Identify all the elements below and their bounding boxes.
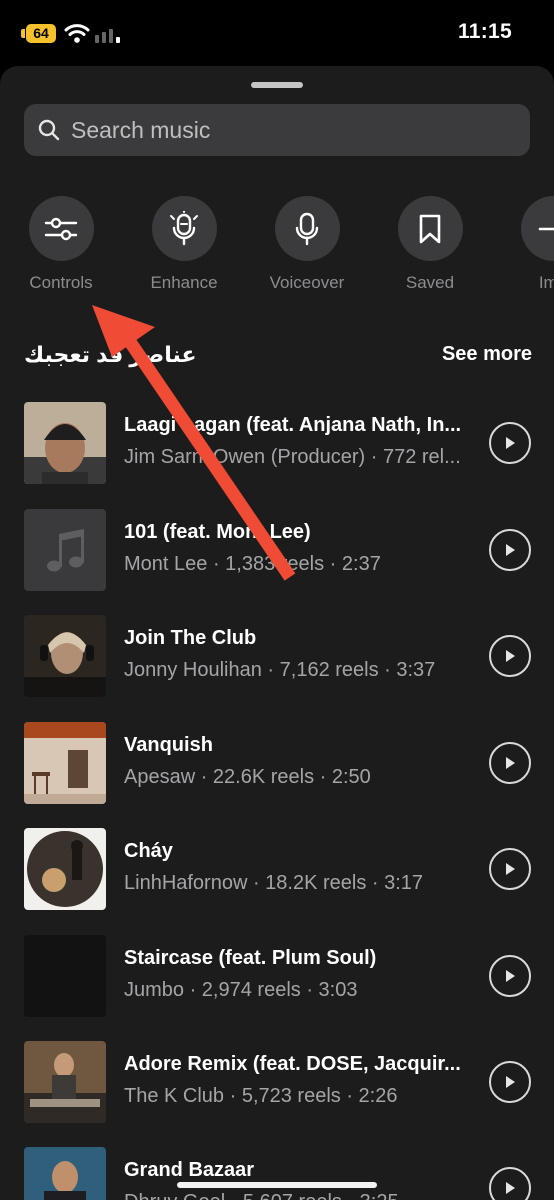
screen: 64 11:15 Search music Controls Enhance V… xyxy=(0,0,554,1200)
bookmark-icon xyxy=(419,214,441,243)
track-title: Adore Remix (feat. DOSE, Jacquir... xyxy=(124,1053,461,1075)
track-meta: The K Club · 5,723 reels · 2:26 xyxy=(124,1085,398,1107)
track-title: Grand Bazaar xyxy=(124,1159,255,1181)
track-row[interactable]: Grand Bazaar Dhruv Goel · 5,607 reels · … xyxy=(0,1147,554,1200)
track-meta: LinhHafornow · 18.2K reels · 3:17 xyxy=(124,872,424,894)
battery-nub xyxy=(21,29,25,38)
enhance-circle[interactable] xyxy=(151,196,217,261)
track-row[interactable]: Laagi Lagan (feat. Anjana Nath, In... Ji… xyxy=(0,402,554,492)
album-art xyxy=(24,828,106,910)
track-row[interactable]: Adore Remix (feat. DOSE, Jacquir... The … xyxy=(0,1041,554,1131)
album-art xyxy=(24,722,106,804)
play-icon xyxy=(506,544,515,556)
album-art xyxy=(24,1147,106,1200)
section-title: عناصر قد تعجبك xyxy=(24,342,197,367)
status-bar: 64 11:15 xyxy=(0,0,554,66)
import-circle[interactable] xyxy=(520,196,554,261)
track-row[interactable]: Join The Club Jonny Houlihan · 7,162 ree… xyxy=(0,615,554,705)
enhance-label: Enhance xyxy=(150,273,218,292)
battery-indicator: 64 xyxy=(26,24,56,43)
controls-label: Controls xyxy=(29,273,93,292)
cellular-signal-icon xyxy=(95,29,120,43)
see-more-link[interactable]: See more xyxy=(442,343,532,366)
search-input[interactable]: Search music xyxy=(71,117,210,144)
track-title: Cháy xyxy=(124,840,173,862)
search-bar[interactable]: Search music xyxy=(24,104,530,156)
track-title: 101 (feat. Mont Lee) xyxy=(124,521,311,543)
music-sheet: Search music Controls Enhance Voiceover … xyxy=(0,66,554,1200)
play-button[interactable] xyxy=(489,848,531,890)
track-title: Join The Club xyxy=(124,627,257,649)
track-meta: Apesaw · 22.6K reels · 2:50 xyxy=(124,766,371,788)
play-icon xyxy=(506,1182,515,1194)
track-row[interactable]: Vanquish Apesaw · 22.6K reels · 2:50 xyxy=(0,722,554,812)
track-meta: Jonny Houlihan · 7,162 reels · 3:37 xyxy=(124,659,436,681)
play-button[interactable] xyxy=(489,1061,531,1103)
track-meta: Mont Lee · 1,383 reels · 2:37 xyxy=(124,553,381,575)
mic-sparkle-icon xyxy=(170,210,198,245)
track-row[interactable]: Staircase (feat. Plum Soul) Jumbo · 2,97… xyxy=(0,935,554,1025)
play-button[interactable] xyxy=(489,422,531,464)
play-icon xyxy=(506,970,515,982)
import-icon xyxy=(538,227,554,230)
voiceover-circle[interactable] xyxy=(274,196,340,261)
album-art xyxy=(24,402,106,484)
saved-button[interactable]: Saved xyxy=(375,196,485,293)
controls-circle[interactable] xyxy=(28,196,94,261)
track-title: Vanquish xyxy=(124,734,213,756)
voiceover-label: Voiceover xyxy=(269,273,345,292)
import-button[interactable]: Imp xyxy=(498,196,554,293)
track-meta: Jim Sarni Owen (Producer) · 772 rel... xyxy=(124,446,461,468)
album-art xyxy=(24,615,106,697)
album-art xyxy=(24,1041,106,1123)
track-row[interactable]: 101 (feat. Mont Lee) Mont Lee · 1,383 re… xyxy=(0,509,554,599)
play-icon xyxy=(506,757,515,769)
home-indicator[interactable] xyxy=(177,1182,377,1188)
tool-row: Controls Enhance Voiceover Saved Im xyxy=(0,196,554,306)
play-icon xyxy=(506,1076,515,1088)
microphone-icon xyxy=(295,212,319,245)
play-icon xyxy=(506,650,515,662)
play-button[interactable] xyxy=(489,529,531,571)
track-meta: Jumbo · 2,974 reels · 3:03 xyxy=(124,979,358,1001)
album-art xyxy=(24,509,106,591)
play-icon xyxy=(506,437,515,449)
voiceover-button[interactable]: Voiceover xyxy=(252,196,362,293)
play-button[interactable] xyxy=(489,742,531,784)
track-row[interactable]: Cháy LinhHafornow · 18.2K reels · 3:17 xyxy=(0,828,554,918)
album-art xyxy=(24,935,106,1017)
sheet-grabber[interactable] xyxy=(251,82,303,88)
play-button[interactable] xyxy=(489,1167,531,1200)
enhance-button[interactable]: Enhance xyxy=(129,196,239,293)
track-meta: Dhruv Goel · 5,607 reels · 3:25 xyxy=(124,1191,474,1200)
status-time: 11:15 xyxy=(457,20,512,43)
play-icon xyxy=(506,863,515,875)
saved-label: Saved xyxy=(405,273,455,292)
track-title: Staircase (feat. Plum Soul) xyxy=(124,947,377,969)
track-title: Laagi Lagan (feat. Anjana Nath, In... xyxy=(124,414,462,436)
import-label: Imp xyxy=(538,273,554,292)
search-icon xyxy=(38,119,60,141)
wifi-icon xyxy=(64,24,90,43)
saved-circle[interactable] xyxy=(397,196,463,261)
sliders-icon xyxy=(44,217,78,240)
play-button[interactable] xyxy=(489,955,531,997)
controls-button[interactable]: Controls xyxy=(6,196,116,293)
play-button[interactable] xyxy=(489,635,531,677)
